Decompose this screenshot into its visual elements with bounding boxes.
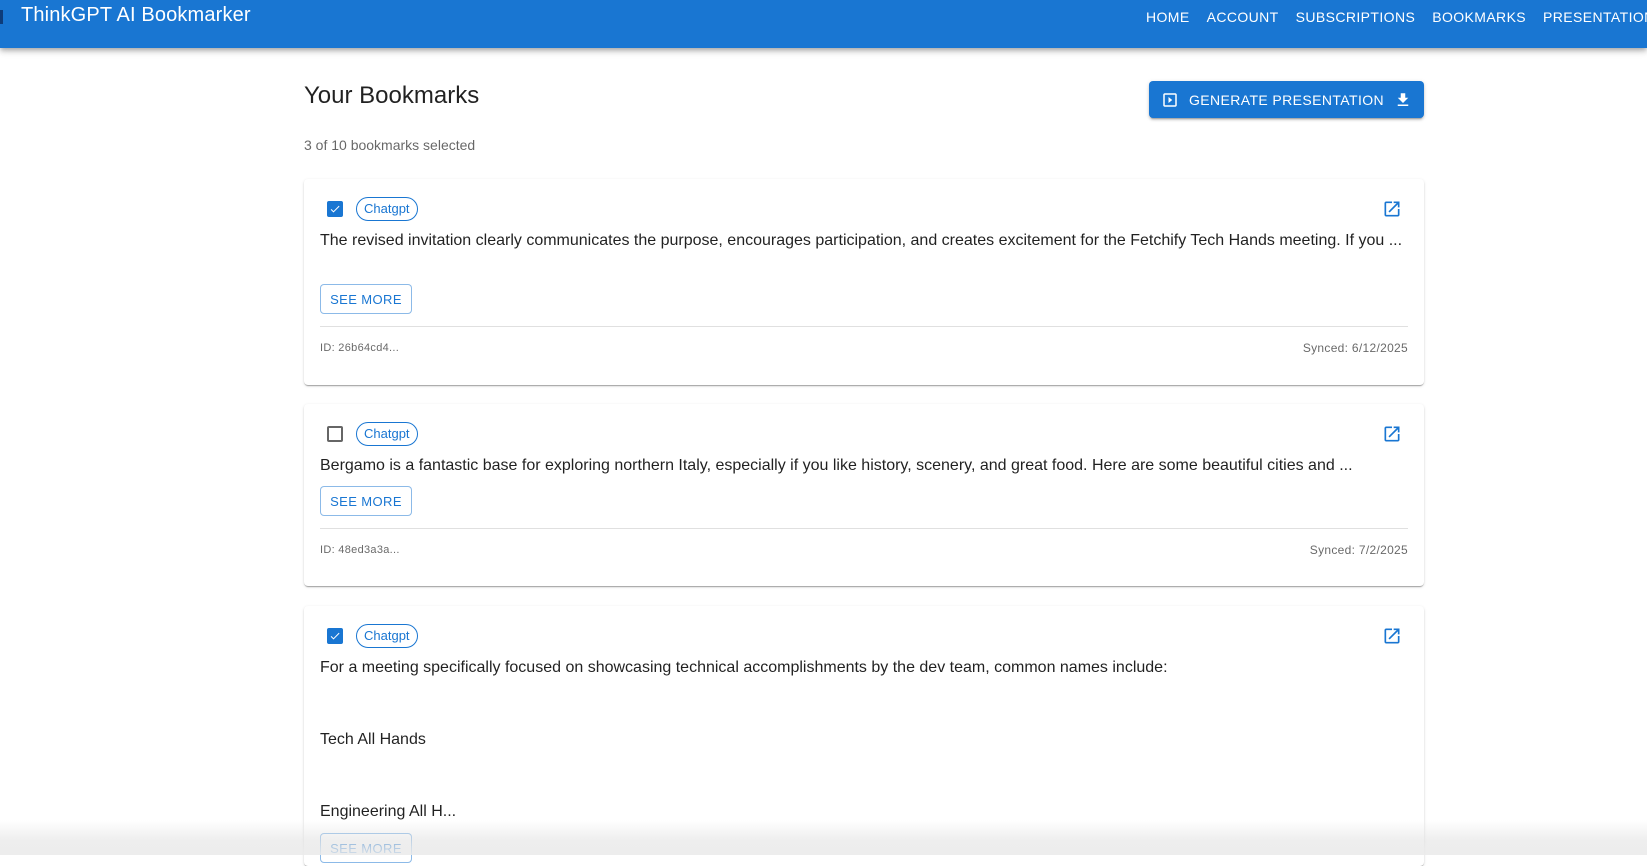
- nav-bookmarks[interactable]: BOOKMARKS: [1432, 9, 1526, 25]
- bookmark-id: ID: 48ed3a3a...: [320, 544, 400, 556]
- see-more-button[interactable]: SEE MORE: [320, 486, 412, 516]
- slideshow-icon: [1163, 92, 1177, 107]
- nav-subscriptions[interactable]: SUBSCRIPTIONS: [1296, 9, 1416, 25]
- bookmark-text-line: Tech All Hands: [320, 731, 426, 748]
- selection-count: 3 of 10 bookmarks selected: [304, 137, 476, 153]
- generate-presentation-label: GENERATE PRESENTATION: [1188, 91, 1385, 108]
- see-more-button[interactable]: SEE MORE: [320, 284, 412, 314]
- source-tag-chip: Chatgpt: [356, 624, 418, 648]
- see-more-button[interactable]: SEE MORE: [320, 833, 412, 863]
- bookmark-id: ID: 26b64cd4...: [320, 342, 400, 354]
- bookmark-text: The revised invitation clearly communica…: [320, 232, 1403, 249]
- card-divider: [320, 528, 1408, 529]
- bookmark-checkbox[interactable]: [327, 628, 343, 644]
- drawer-edge: [0, 10, 3, 24]
- open-in-new-icon[interactable]: [1382, 626, 1402, 646]
- bookmark-text-line: Engineering All H...: [320, 803, 457, 820]
- open-in-new-icon[interactable]: [1382, 424, 1402, 444]
- open-in-new-icon[interactable]: [1382, 199, 1402, 219]
- bookmark-card: Chatgpt The revised invitation clearly c…: [304, 179, 1424, 385]
- bookmark-card: Chatgpt For a meeting specifically focus…: [304, 606, 1424, 866]
- bookmark-card: Chatgpt Bergamo is a fantastic base for …: [304, 404, 1424, 586]
- card-divider: [320, 326, 1408, 327]
- check-icon: [330, 632, 340, 640]
- synced-date: Synced: 7/2/2025: [1309, 543, 1408, 557]
- app-title[interactable]: ThinkGPT AI Bookmarker: [21, 4, 251, 27]
- bookmark-checkbox[interactable]: [327, 426, 343, 442]
- top-nav: HOME ACCOUNT SUBSCRIPTIONS BOOKMARKS PRE…: [1146, 9, 1647, 25]
- nav-account[interactable]: ACCOUNT: [1207, 9, 1279, 25]
- generate-presentation-button[interactable]: GENERATE PRESENTATION: [1149, 81, 1424, 118]
- bookmark-text-line: For a meeting specifically focused on sh…: [320, 659, 1168, 676]
- nav-presentations[interactable]: PRESENTATIONS: [1543, 9, 1647, 25]
- source-tag-chip: Chatgpt: [356, 422, 418, 446]
- page-title: Your Bookmarks: [304, 82, 480, 109]
- check-icon: [330, 205, 340, 213]
- synced-date: Synced: 6/12/2025: [1302, 341, 1408, 355]
- nav-home[interactable]: HOME: [1146, 9, 1190, 25]
- download-icon: [1397, 92, 1409, 106]
- app-bar: ThinkGPT AI Bookmarker HOME ACCOUNT SUBS…: [0, 0, 1647, 48]
- bookmark-checkbox[interactable]: [327, 201, 343, 217]
- bookmark-text: Bergamo is a fantastic base for explorin…: [320, 457, 1353, 474]
- source-tag-chip: Chatgpt: [356, 197, 418, 221]
